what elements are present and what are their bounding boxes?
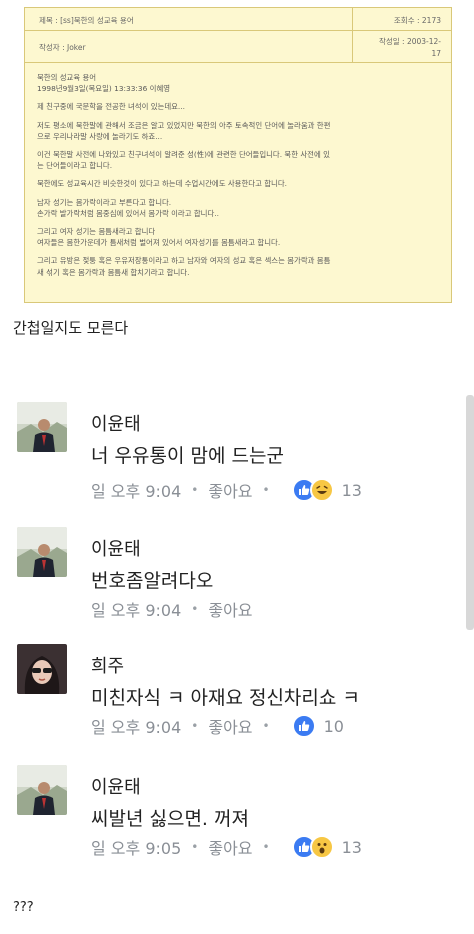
comment-author[interactable]: 희주 (91, 652, 124, 678)
comment-meta: 일 오후 9:04 • 좋아요 (91, 597, 253, 621)
reactions-summary[interactable]: 13 (291, 835, 362, 859)
comment-text: 너 우유통이 맘에 드는군 (91, 445, 284, 467)
avatar[interactable] (17, 527, 67, 577)
comment-text: 씨발년 싫으면. 꺼져 (91, 808, 249, 830)
laughing-face-icon (309, 478, 334, 502)
avatar[interactable] (17, 644, 67, 694)
wow-face-icon (309, 835, 334, 859)
post-paragraph: 그리고 여자 성기는 몸틈새라고 합니다 여자들은 몸한가운데가 틈새처럼 벌어… (37, 227, 281, 248)
post-paragraph: 이건 북한말 사전에 나와있고 친구녀석이 알려준 성(性)에 관련한 단어들입… (37, 150, 330, 171)
comment-author[interactable]: 이윤태 (91, 535, 141, 561)
footer-text: ??? (13, 900, 34, 915)
post-board: 제목 : [ss]북한의 성교육 용어 조회수 : 2173 작성자 : Jok… (24, 7, 452, 303)
like-button[interactable]: 좋아요 (208, 835, 252, 859)
like-button[interactable]: 좋아요 (208, 478, 252, 502)
post-author: 작성자 : Joker (39, 43, 86, 52)
separator-dot: • (262, 719, 270, 733)
post-paragraph: 저도 평소에 북한말에 관해서 조금은 알고 있었지만 북한의 아주 토속적인 … (37, 120, 331, 141)
reactions-summary[interactable]: 10 (291, 714, 344, 738)
comment-author[interactable]: 이윤태 (91, 410, 141, 436)
divider (352, 30, 353, 62)
post-views: 조회수 : 2173 (393, 16, 441, 25)
separator-dot: • (191, 483, 199, 497)
like-button[interactable]: 좋아요 (208, 714, 252, 738)
comment-text: 미친자식 ㅋ 아재요 정신차리쇼 ㅋ (91, 687, 360, 709)
comment: 희주 미친자식 ㅋ 아재요 정신차리쇼 ㅋ 일 오후 9:04 • 좋아요 • … (0, 644, 474, 754)
comment-meta: 일 오후 9:05 • 좋아요 • 13 (91, 835, 362, 859)
comment-time[interactable]: 일 오후 9:04 (91, 714, 181, 738)
comment-meta: 일 오후 9:04 • 좋아요 • 13 (91, 478, 362, 502)
reaction-count: 13 (341, 480, 362, 500)
reactions-summary[interactable]: 13 (291, 478, 362, 502)
thumbs-up-icon (291, 714, 316, 738)
post-paragraph: 그리고 유방은 젖퉁 혹은 우유저장통이라고 하고 남자와 여자의 성교 혹은 … (37, 256, 331, 277)
post-paragraph: 북한의 성교육 용어 1998년9월3일(목요일) 13:33:36 이혜영 (37, 73, 171, 94)
comment: 이윤태 번호좀알려다오 일 오후 9:04 • 좋아요 (0, 527, 474, 637)
comment: 이윤태 씨발년 싫으면. 꺼져 일 오후 9:05 • 좋아요 • 13 (0, 765, 474, 875)
separator-dot: • (191, 840, 199, 854)
post-paragraph: 제 친구중에 국문학을 전공한 녀석이 있는데요... (37, 102, 185, 112)
separator-dot: • (191, 719, 199, 733)
comment: 이윤태 너 우유통이 맘에 드는군 일 오후 9:04 • 좋아요 • 13 (0, 402, 474, 512)
post-title: 제목 : [ss]북한의 성교육 용어 (39, 16, 134, 25)
comment-time[interactable]: 일 오후 9:04 (91, 478, 181, 502)
caption-text: 간첩일지도 모른다 (13, 319, 129, 337)
post-author-row: 작성자 : Joker 작성일 : 2003-12- 17 (25, 30, 451, 63)
reaction-count: 10 (323, 716, 344, 736)
reaction-count: 13 (341, 837, 362, 857)
post-date: 작성일 : 2003-12- 17 (378, 37, 441, 58)
avatar[interactable] (17, 765, 67, 815)
post-paragraph: 북한에도 성교육시간 비슷한것이 있다고 하는데 수업시간에도 사용한다고 합니… (37, 179, 287, 189)
comment-time[interactable]: 일 오후 9:04 (91, 597, 181, 621)
comment-meta: 일 오후 9:04 • 좋아요 • 10 (91, 714, 344, 738)
separator-dot: • (262, 840, 270, 854)
post-paragraph: 남자 성기는 몸가락이라고 부른다고 합니다. 손가락 발가락처럼 몸중심에 있… (37, 197, 219, 218)
comment-text: 번호좀알려다오 (91, 570, 214, 592)
comment-time[interactable]: 일 오후 9:05 (91, 835, 181, 859)
avatar[interactable] (17, 402, 67, 452)
like-button[interactable]: 좋아요 (208, 597, 252, 621)
separator-dot: • (191, 602, 199, 616)
post-body: 북한의 성교육 용어 1998년9월3일(목요일) 13:33:36 이혜영 제… (37, 72, 441, 285)
separator-dot: • (262, 483, 270, 497)
divider (352, 8, 353, 30)
comment-author[interactable]: 이윤태 (91, 773, 141, 799)
post-title-row: 제목 : [ss]북한의 성교육 용어 조회수 : 2173 (25, 8, 451, 31)
